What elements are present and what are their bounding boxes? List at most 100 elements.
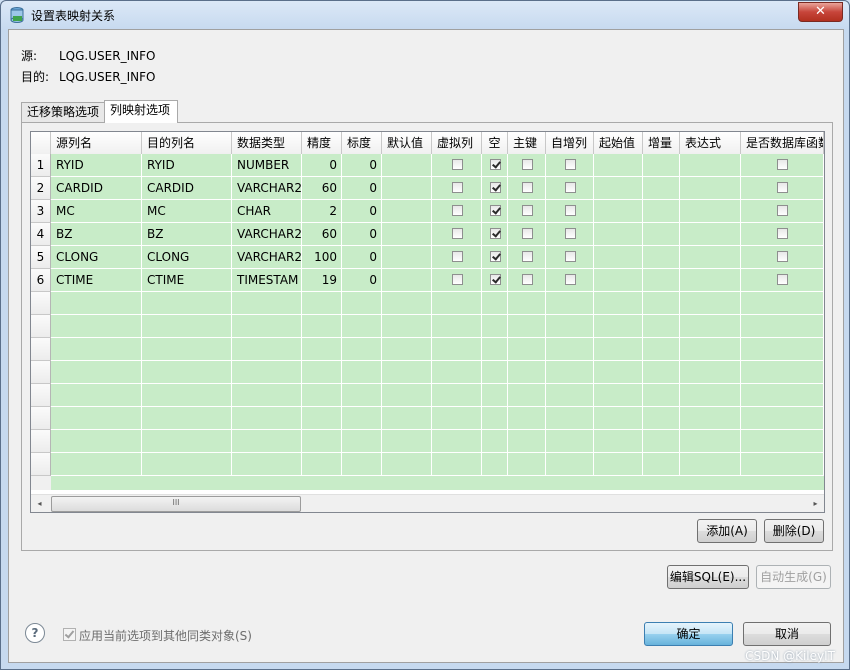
table-cell[interactable] [594, 453, 643, 475]
table-cell[interactable]: 19 [302, 269, 342, 291]
table-row[interactable] [51, 315, 824, 338]
dbfunc-checkbox[interactable] [777, 182, 788, 193]
add-button[interactable]: 添加(A) [697, 519, 757, 543]
table-cell[interactable]: 100 [302, 246, 342, 268]
table-cell[interactable] [546, 292, 594, 314]
table-cell[interactable] [594, 269, 643, 291]
table-cell[interactable] [51, 407, 142, 429]
table-cell[interactable] [482, 223, 508, 245]
table-cell[interactable]: BZ [142, 223, 232, 245]
column-header[interactable]: 源列名 [51, 132, 142, 154]
table-row[interactable] [51, 338, 824, 361]
column-header[interactable]: 默认值 [382, 132, 432, 154]
table-cell[interactable] [741, 269, 824, 291]
table-cell[interactable]: MC [142, 200, 232, 222]
table-cell[interactable] [432, 338, 482, 360]
table-cell[interactable] [342, 292, 382, 314]
table-cell[interactable] [482, 453, 508, 475]
dbfunc-checkbox[interactable] [777, 228, 788, 239]
table-cell[interactable] [302, 338, 342, 360]
row-number[interactable] [31, 453, 51, 476]
table-cell[interactable] [508, 315, 546, 337]
table-cell[interactable] [482, 430, 508, 452]
table-cell[interactable] [302, 315, 342, 337]
table-cell[interactable] [342, 384, 382, 406]
table-cell[interactable]: NUMBER [232, 154, 302, 176]
table-cell[interactable] [680, 384, 741, 406]
table-cell[interactable] [508, 361, 546, 383]
table-cell[interactable] [382, 292, 432, 314]
dbfunc-checkbox[interactable] [777, 159, 788, 170]
table-cell[interactable]: 0 [302, 154, 342, 176]
table-cell[interactable] [432, 154, 482, 176]
column-header[interactable]: 主键 [508, 132, 546, 154]
table-cell[interactable] [482, 315, 508, 337]
table-cell[interactable] [432, 292, 482, 314]
table-cell[interactable] [741, 315, 824, 337]
table-cell[interactable] [382, 430, 432, 452]
table-cell[interactable] [741, 384, 824, 406]
delete-button[interactable]: 删除(D) [764, 519, 824, 543]
table-cell[interactable] [508, 269, 546, 291]
table-cell[interactable] [594, 407, 643, 429]
table-cell[interactable] [382, 154, 432, 176]
table-cell[interactable] [51, 315, 142, 337]
table-cell[interactable] [680, 246, 741, 268]
table-cell[interactable] [680, 453, 741, 475]
table-row[interactable] [51, 407, 824, 430]
row-number[interactable] [31, 315, 51, 338]
table-cell[interactable] [680, 430, 741, 452]
autoinc-checkbox[interactable] [565, 228, 576, 239]
table-cell[interactable] [51, 453, 142, 475]
table-cell[interactable] [680, 177, 741, 199]
table-cell[interactable] [51, 361, 142, 383]
row-number[interactable] [31, 292, 51, 315]
table-cell[interactable] [432, 246, 482, 268]
table-cell[interactable]: MC [51, 200, 142, 222]
table-cell[interactable]: VARCHAR2 [232, 177, 302, 199]
table-cell[interactable]: VARCHAR2 [232, 223, 302, 245]
table-row[interactable] [51, 361, 824, 384]
table-cell[interactable] [546, 384, 594, 406]
table-cell[interactable] [643, 338, 680, 360]
table-cell[interactable] [508, 223, 546, 245]
column-header[interactable]: 精度 [302, 132, 342, 154]
ok-button[interactable]: 确定 [644, 622, 733, 646]
table-cell[interactable] [51, 292, 142, 314]
row-number[interactable]: 1 [31, 154, 51, 177]
table-cell[interactable] [594, 200, 643, 222]
table-cell[interactable] [382, 384, 432, 406]
table-cell[interactable] [680, 338, 741, 360]
table-cell[interactable] [594, 246, 643, 268]
dbfunc-checkbox[interactable] [777, 274, 788, 285]
table-cell[interactable]: 0 [342, 154, 382, 176]
table-cell[interactable] [546, 246, 594, 268]
table-row[interactable]: CLONG CLONG VARCHAR2 100 0 [51, 246, 824, 269]
table-cell[interactable] [643, 269, 680, 291]
table-cell[interactable] [594, 315, 643, 337]
row-number[interactable] [31, 407, 51, 430]
table-cell[interactable] [741, 361, 824, 383]
table-cell[interactable] [546, 361, 594, 383]
table-cell[interactable]: 60 [302, 177, 342, 199]
table-cell[interactable] [382, 246, 432, 268]
table-cell[interactable] [142, 430, 232, 452]
table-cell[interactable]: TIMESTAM [232, 269, 302, 291]
horizontal-scrollbar[interactable]: ◂ III ▸ [31, 494, 824, 512]
table-cell[interactable] [482, 361, 508, 383]
table-cell[interactable] [432, 315, 482, 337]
table-cell[interactable] [508, 384, 546, 406]
table-cell[interactable] [680, 154, 741, 176]
tab-migration-strategy[interactable]: 迁移策略选项 [21, 102, 105, 122]
table-cell[interactable] [382, 315, 432, 337]
nullable-checkbox[interactable] [490, 182, 501, 193]
column-header[interactable]: 虚拟列 [432, 132, 482, 154]
pk-checkbox[interactable] [522, 205, 533, 216]
table-cell[interactable] [594, 430, 643, 452]
row-number[interactable] [31, 338, 51, 361]
table-cell[interactable] [482, 246, 508, 268]
table-cell[interactable] [546, 338, 594, 360]
title-bar[interactable]: 设置表映射关系 ✕ [1, 1, 849, 29]
table-cell[interactable] [342, 430, 382, 452]
table-cell[interactable]: CARDID [142, 177, 232, 199]
